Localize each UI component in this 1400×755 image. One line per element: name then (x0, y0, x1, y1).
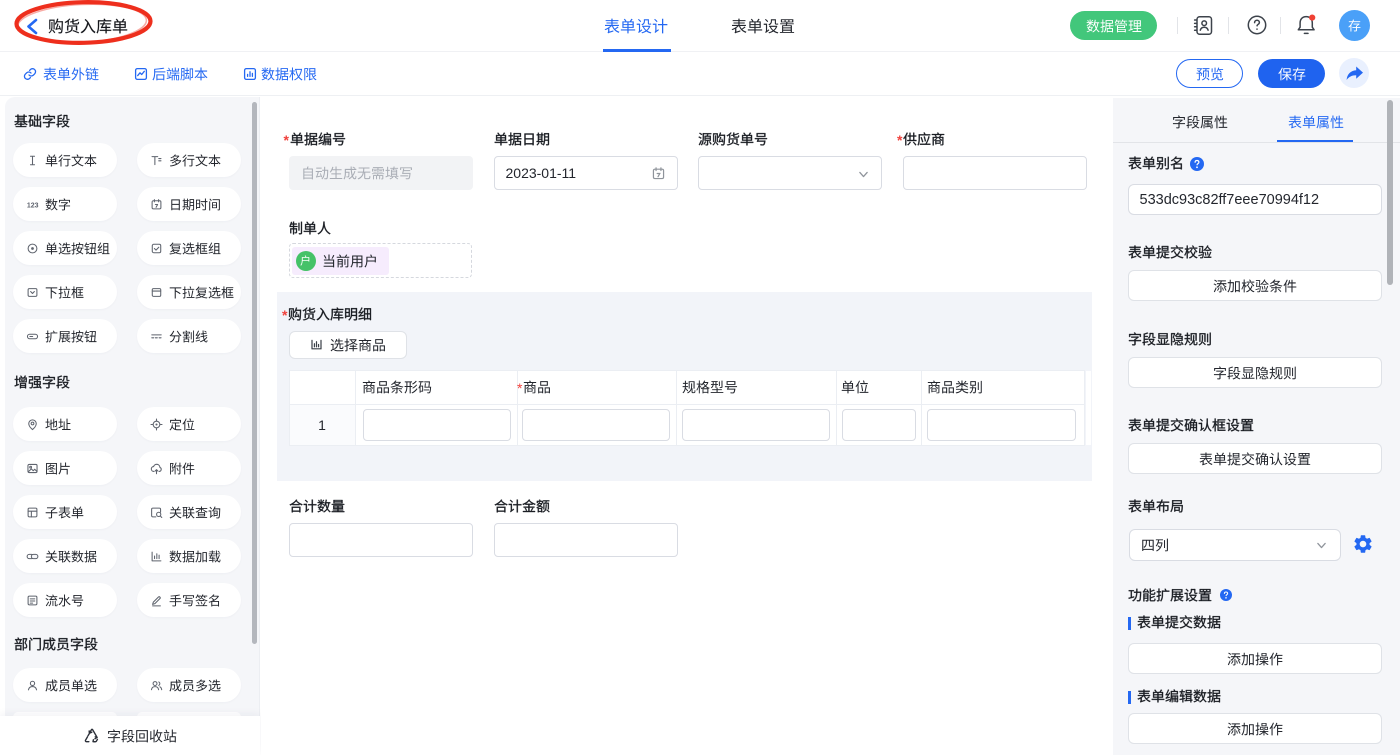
svg-text:123: 123 (27, 202, 39, 209)
